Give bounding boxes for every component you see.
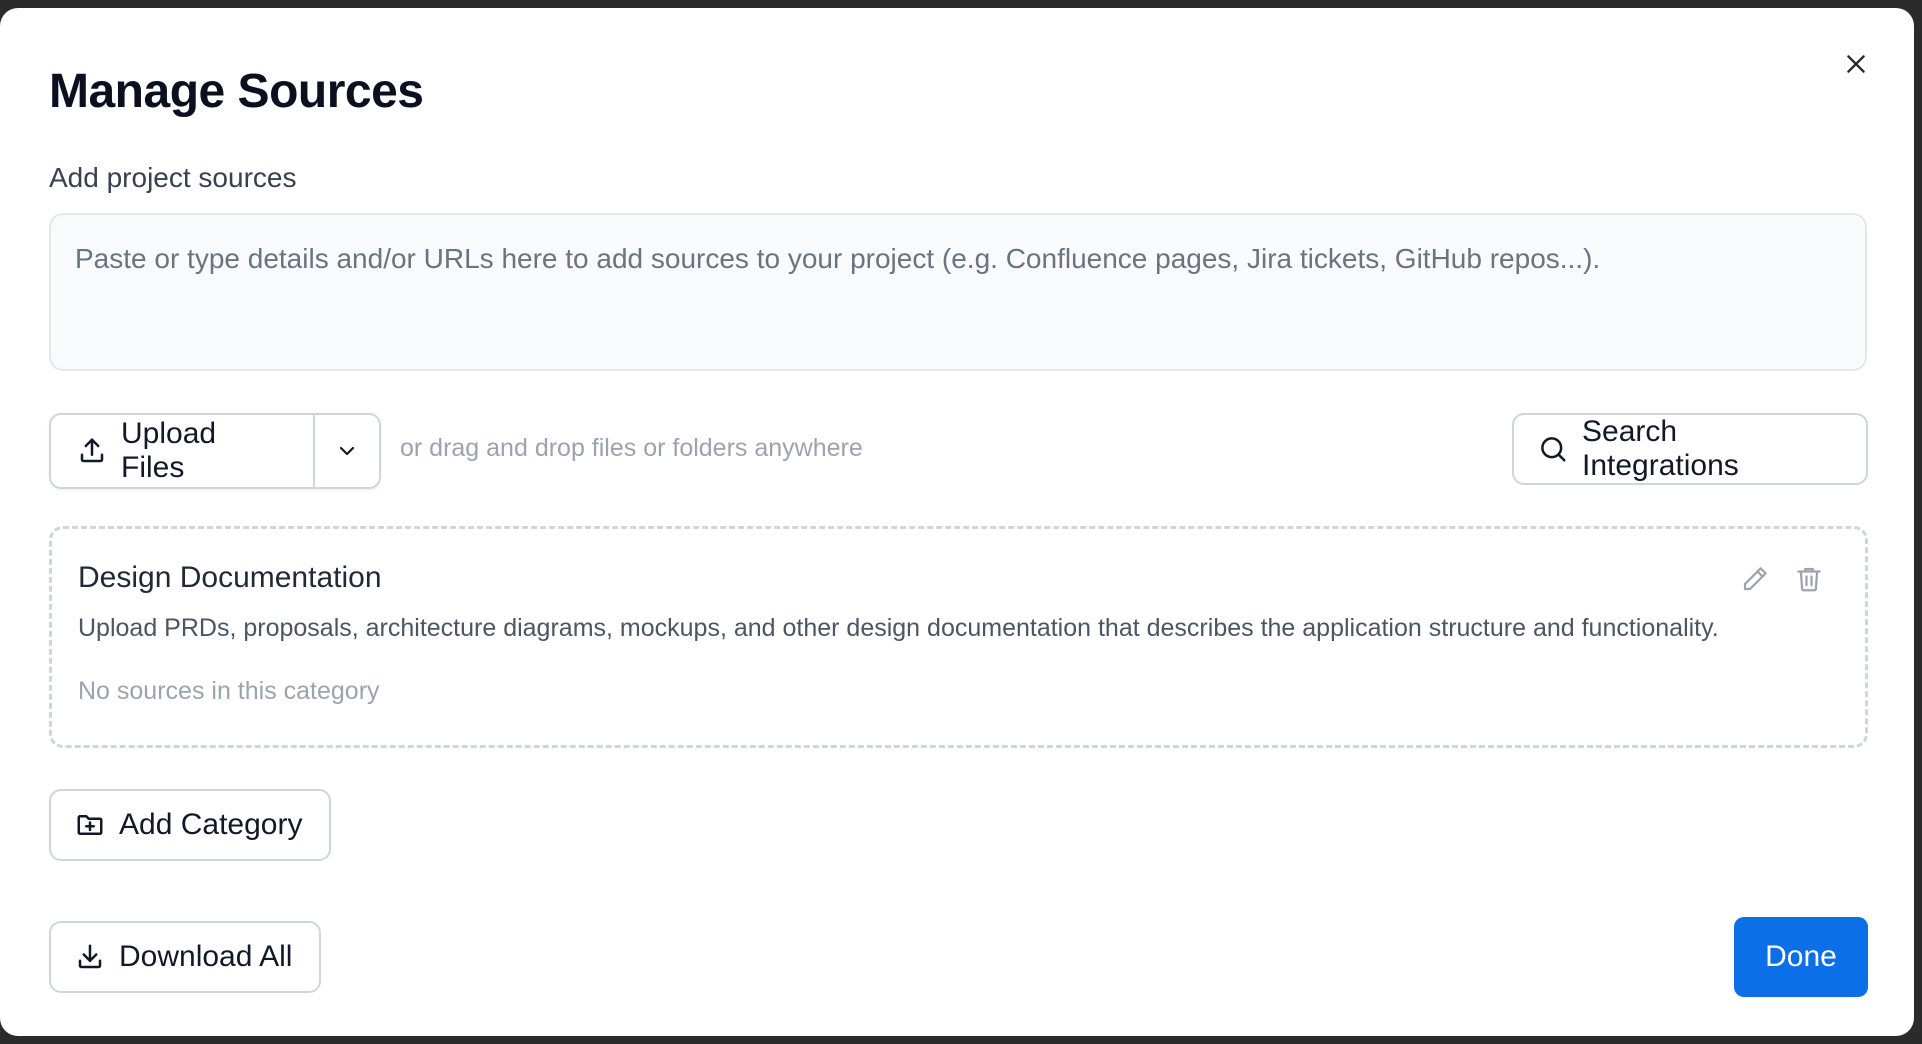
upload-options-dropdown[interactable] xyxy=(315,415,379,487)
add-category-button[interactable]: Add Category xyxy=(49,789,331,861)
close-button[interactable] xyxy=(1838,46,1874,82)
search-icon xyxy=(1538,434,1568,464)
category-description: Upload PRDs, proposals, architecture dia… xyxy=(78,614,1719,642)
sources-input[interactable] xyxy=(51,215,1865,369)
edit-category-button[interactable] xyxy=(1737,561,1773,597)
search-integrations-button[interactable]: Search Integrations xyxy=(1512,413,1868,485)
upload-files-label: Upload Files xyxy=(121,417,217,484)
upload-icon xyxy=(77,436,107,466)
download-all-button[interactable]: Download All xyxy=(49,921,321,993)
add-category-label: Add Category xyxy=(119,808,303,841)
sources-input-container xyxy=(49,213,1867,371)
delete-category-button[interactable] xyxy=(1791,561,1827,597)
dialog-title: Manage Sources xyxy=(49,65,424,118)
done-button[interactable]: Done xyxy=(1734,917,1868,997)
pencil-icon xyxy=(1740,564,1770,594)
download-all-label: Download All xyxy=(119,940,293,973)
category-empty-state: No sources in this category xyxy=(78,677,380,705)
search-integrations-label: Search Integrations xyxy=(1582,415,1739,482)
category-title: Design Documentation xyxy=(78,561,382,594)
download-icon xyxy=(75,942,105,972)
upload-files-split-button: Upload Files xyxy=(49,413,381,489)
category-card: Design Documentation Upload PRDs, propos… xyxy=(49,526,1868,748)
drag-drop-hint: or drag and drop files or folders anywhe… xyxy=(400,434,863,462)
trash-icon xyxy=(1794,564,1824,594)
sources-input-label: Add project sources xyxy=(49,162,297,193)
upload-files-button[interactable]: Upload Files xyxy=(51,415,315,487)
chevron-down-icon xyxy=(335,439,359,463)
folder-plus-icon xyxy=(75,810,105,840)
manage-sources-dialog: Manage Sources Add project sources Uploa… xyxy=(0,8,1914,1036)
close-icon xyxy=(1843,51,1869,77)
